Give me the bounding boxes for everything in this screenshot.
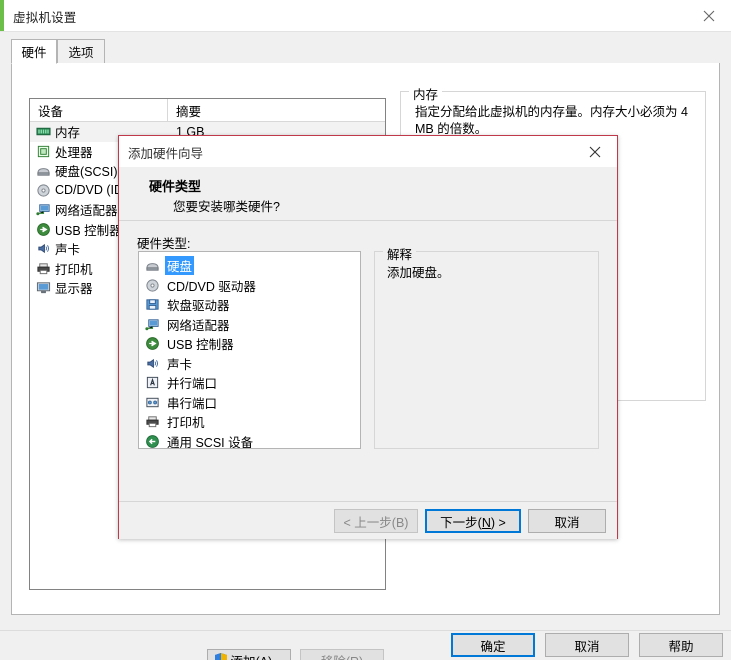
column-header-summary[interactable]: 摘要 bbox=[168, 99, 385, 121]
back-button-label: < 上一步(B) bbox=[343, 515, 409, 530]
memory-group-title: 内存 bbox=[409, 84, 443, 103]
list-item[interactable]: 并行端口 bbox=[139, 373, 360, 393]
cancel-button-label: 取消 bbox=[574, 639, 600, 654]
memory-icon bbox=[36, 128, 51, 136]
ok-button[interactable]: 确定 bbox=[451, 633, 535, 657]
list-item[interactable]: USB 控制器 bbox=[139, 334, 360, 354]
list-item[interactable]: CD/DVD 驱动器 bbox=[139, 276, 360, 296]
close-icon[interactable] bbox=[573, 136, 617, 167]
device-list-header: 设备 摘要 bbox=[30, 99, 385, 122]
tab-hardware-label: 硬件 bbox=[21, 46, 47, 60]
list-item-label: 声卡 bbox=[167, 357, 193, 372]
next-button[interactable]: 下一步(N) > bbox=[425, 509, 521, 533]
remove-button[interactable]: 移除(R) bbox=[300, 649, 384, 660]
explanation-title: 解释 bbox=[383, 244, 417, 263]
tab-hardware[interactable]: 硬件 bbox=[11, 39, 57, 64]
list-item-label: 通用 SCSI 设备 bbox=[167, 435, 254, 449]
printer-icon bbox=[146, 416, 159, 428]
help-button[interactable]: 帮助 bbox=[639, 633, 723, 657]
cddvd-icon bbox=[146, 279, 159, 292]
shield-icon bbox=[215, 652, 228, 660]
list-item-label: 硬盘 bbox=[165, 256, 195, 276]
scsi-icon bbox=[146, 434, 159, 448]
list-item-label: 并行端口 bbox=[167, 377, 218, 392]
device-name-label: 硬盘(SCSI) bbox=[55, 165, 118, 180]
network-icon bbox=[36, 204, 50, 216]
help-button-label: 帮助 bbox=[668, 639, 694, 654]
parallel-icon bbox=[146, 377, 159, 389]
cddvd-icon bbox=[37, 184, 50, 197]
dialog-title: 添加硬件向导 bbox=[128, 147, 204, 161]
ok-button-label: 确定 bbox=[480, 639, 506, 654]
list-item[interactable]: 打印机 bbox=[139, 412, 360, 432]
dialog-cancel-button[interactable]: 取消 bbox=[528, 509, 606, 533]
remove-button-label: 移除(R) bbox=[321, 651, 363, 660]
window-title: 虚拟机设置 bbox=[13, 11, 77, 25]
hardware-type-list[interactable]: 硬盘 CD/DVD 驱动器 软盘驱动器网络适配器 USB 控制器 声卡并行端口串行端口打… bbox=[138, 251, 361, 449]
network-icon bbox=[145, 319, 159, 330]
tabstrip-filler bbox=[105, 39, 720, 64]
list-item[interactable]: 声卡 bbox=[139, 354, 360, 374]
device-name-label: 处理器 bbox=[55, 145, 93, 160]
back-button[interactable]: < 上一步(B) bbox=[334, 509, 418, 533]
dialog-heading: 硬件类型 bbox=[149, 179, 202, 194]
memory-description: 指定分配给此虚拟机的内存量。内存大小必须为 4 MB 的倍数。 bbox=[415, 105, 688, 136]
usb-icon bbox=[146, 337, 159, 351]
serial-icon bbox=[146, 397, 159, 407]
list-item-label: 打印机 bbox=[167, 416, 205, 431]
dialog-cancel-button-label: 取消 bbox=[554, 515, 580, 530]
device-name-label: 声卡 bbox=[55, 243, 81, 258]
list-item[interactable]: 硬盘 bbox=[139, 256, 360, 276]
close-icon[interactable] bbox=[687, 0, 731, 31]
dialog-titlebar: 添加硬件向导 bbox=[119, 136, 617, 167]
tab-options-label: 选项 bbox=[68, 46, 94, 60]
device-name-label: 显示器 bbox=[55, 282, 93, 297]
footer-separator bbox=[0, 630, 731, 631]
add-hardware-wizard-dialog: 添加硬件向导 硬件类型 您要安装哪类硬件? 硬件类型: 硬盘 CD/DVD 驱动器… bbox=[118, 135, 618, 539]
dialog-subheading: 您要安装哪类硬件? bbox=[173, 200, 280, 214]
device-name-label: USB 控制器 bbox=[55, 223, 122, 238]
sound-icon bbox=[38, 244, 50, 254]
dialog-header: 硬件类型 您要安装哪类硬件? bbox=[119, 167, 617, 221]
list-item-label: 串行端口 bbox=[167, 396, 218, 411]
cpu-icon bbox=[37, 145, 50, 157]
floppy-icon bbox=[146, 299, 159, 310]
hardware-type-label: 硬件类型: bbox=[137, 237, 191, 251]
list-item[interactable]: 通用 SCSI 设备 bbox=[139, 432, 360, 449]
device-name-label: 内存 bbox=[55, 126, 81, 141]
tabstrip: 硬件 选项 bbox=[11, 39, 720, 64]
list-item-label: 网络适配器 bbox=[167, 318, 230, 333]
app-root: 虚拟机设置 硬件 选项 设备 摘要 内存1 GB处理器2硬盘(SCS bbox=[0, 0, 731, 660]
window-titlebar: 虚拟机设置 bbox=[0, 0, 731, 47]
list-item[interactable]: 网络适配器 bbox=[139, 315, 360, 335]
explanation-group: 解释 添加硬盘。 bbox=[374, 244, 599, 449]
dialog-body: 硬件类型: 硬盘 CD/DVD 驱动器 软盘驱动器网络适配器 USB 控制器 声卡并行端… bbox=[119, 221, 617, 501]
device-name-label: 打印机 bbox=[55, 262, 93, 277]
dialog-footer: < 上一步(B) 下一步(N) > 取消 bbox=[119, 501, 617, 539]
device-name-label: 网络适配器 bbox=[55, 204, 118, 219]
harddisk-icon bbox=[37, 168, 50, 176]
printer-icon bbox=[37, 263, 50, 274]
list-item[interactable]: 软盘驱动器 bbox=[139, 295, 360, 315]
add-button-label: 添加(A)... bbox=[230, 651, 282, 660]
cancel-button[interactable]: 取消 bbox=[545, 633, 629, 657]
list-item[interactable]: 串行端口 bbox=[139, 393, 360, 413]
harddisk-icon bbox=[146, 263, 159, 271]
column-header-device[interactable]: 设备 bbox=[30, 99, 168, 121]
display-icon bbox=[36, 282, 51, 294]
add-button[interactable]: 添加(A)... bbox=[207, 649, 291, 660]
list-item-label: USB 控制器 bbox=[167, 338, 234, 353]
tab-options[interactable]: 选项 bbox=[57, 39, 105, 64]
explanation-text: 添加硬盘。 bbox=[387, 266, 450, 280]
list-item-label: 软盘驱动器 bbox=[167, 299, 230, 314]
list-item-label: CD/DVD 驱动器 bbox=[167, 279, 256, 294]
next-button-label: 下一步(N) > bbox=[440, 515, 506, 530]
usb-icon bbox=[37, 222, 50, 236]
sound-icon bbox=[147, 358, 159, 368]
